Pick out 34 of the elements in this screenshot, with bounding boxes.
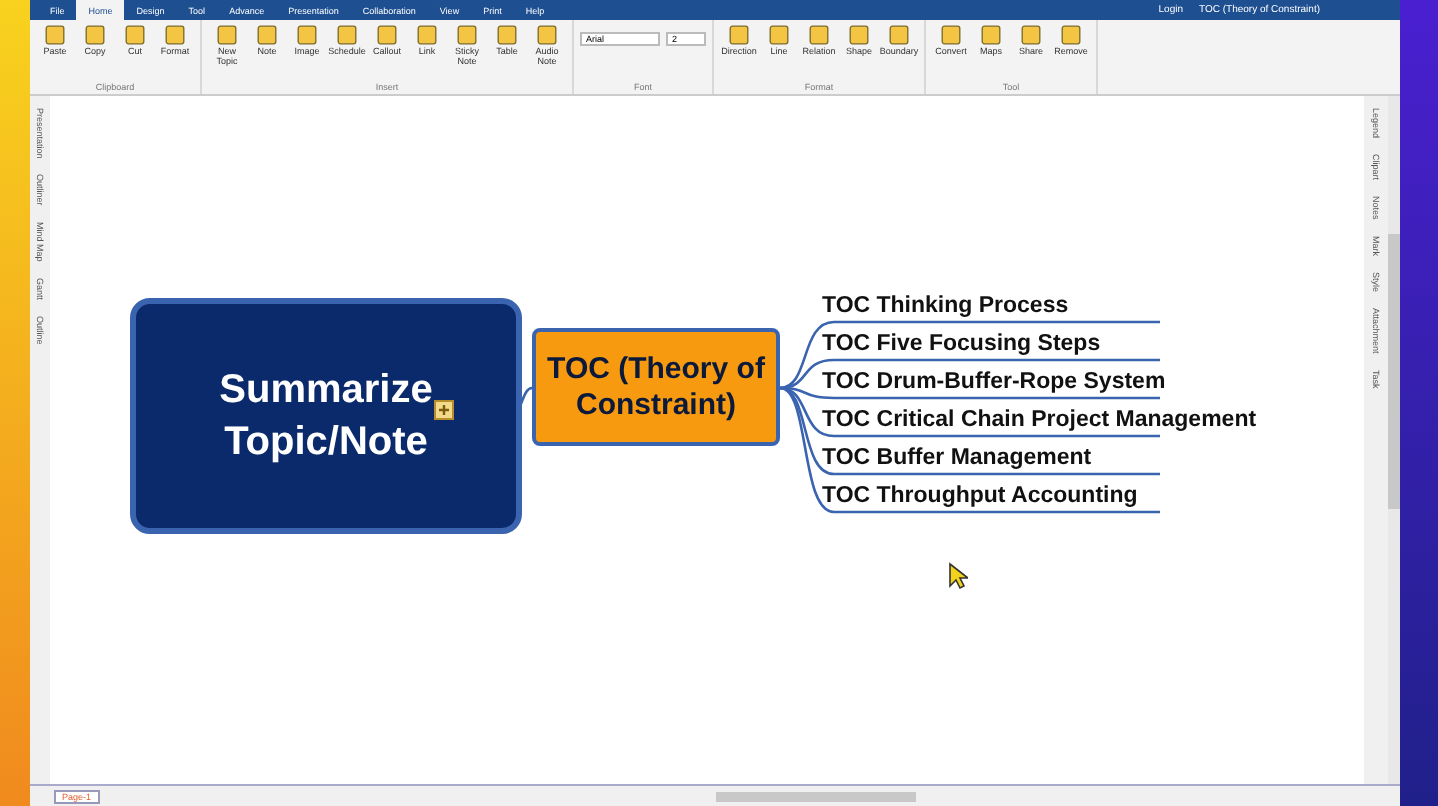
square-icon bbox=[216, 24, 238, 46]
expand-icon[interactable] bbox=[434, 400, 454, 420]
subtopic[interactable]: TOC Thinking Process bbox=[822, 294, 1069, 320]
square-icon bbox=[456, 24, 478, 46]
vertical-scrollbar[interactable] bbox=[1388, 96, 1400, 784]
square-icon bbox=[336, 24, 358, 46]
subtopic[interactable]: TOC Drum-Buffer-Rope System bbox=[822, 370, 1166, 396]
square-icon bbox=[940, 24, 962, 46]
square-icon bbox=[44, 24, 66, 46]
square-icon bbox=[728, 24, 750, 46]
cursor-icon bbox=[948, 562, 968, 590]
square-icon bbox=[376, 24, 398, 46]
square-icon bbox=[888, 24, 910, 46]
square-icon bbox=[496, 24, 518, 46]
square-icon bbox=[84, 24, 106, 46]
square-icon bbox=[164, 24, 186, 46]
square-icon bbox=[1020, 24, 1042, 46]
subtopic[interactable]: TOC Five Focusing Steps bbox=[822, 332, 1101, 358]
square-icon bbox=[848, 24, 870, 46]
square-icon bbox=[768, 24, 790, 46]
subtopic[interactable]: TOC Buffer Management bbox=[822, 446, 1092, 472]
main-topic[interactable]: TOC (Theory of Constraint) bbox=[532, 328, 780, 446]
square-icon bbox=[808, 24, 830, 46]
central-topic[interactable]: Summarize Topic/Note bbox=[130, 298, 522, 534]
square-icon bbox=[980, 24, 1002, 46]
horizontal-scrollbar[interactable] bbox=[715, 791, 916, 801]
square-icon bbox=[124, 24, 146, 46]
square-icon bbox=[1060, 24, 1082, 46]
subtopic[interactable]: TOC Throughput Accounting bbox=[822, 484, 1138, 510]
square-icon bbox=[296, 24, 318, 46]
subtopic[interactable]: TOC Critical Chain Project Management bbox=[822, 408, 1257, 434]
square-icon bbox=[416, 24, 438, 46]
square-icon bbox=[256, 24, 278, 46]
square-icon bbox=[536, 24, 558, 46]
